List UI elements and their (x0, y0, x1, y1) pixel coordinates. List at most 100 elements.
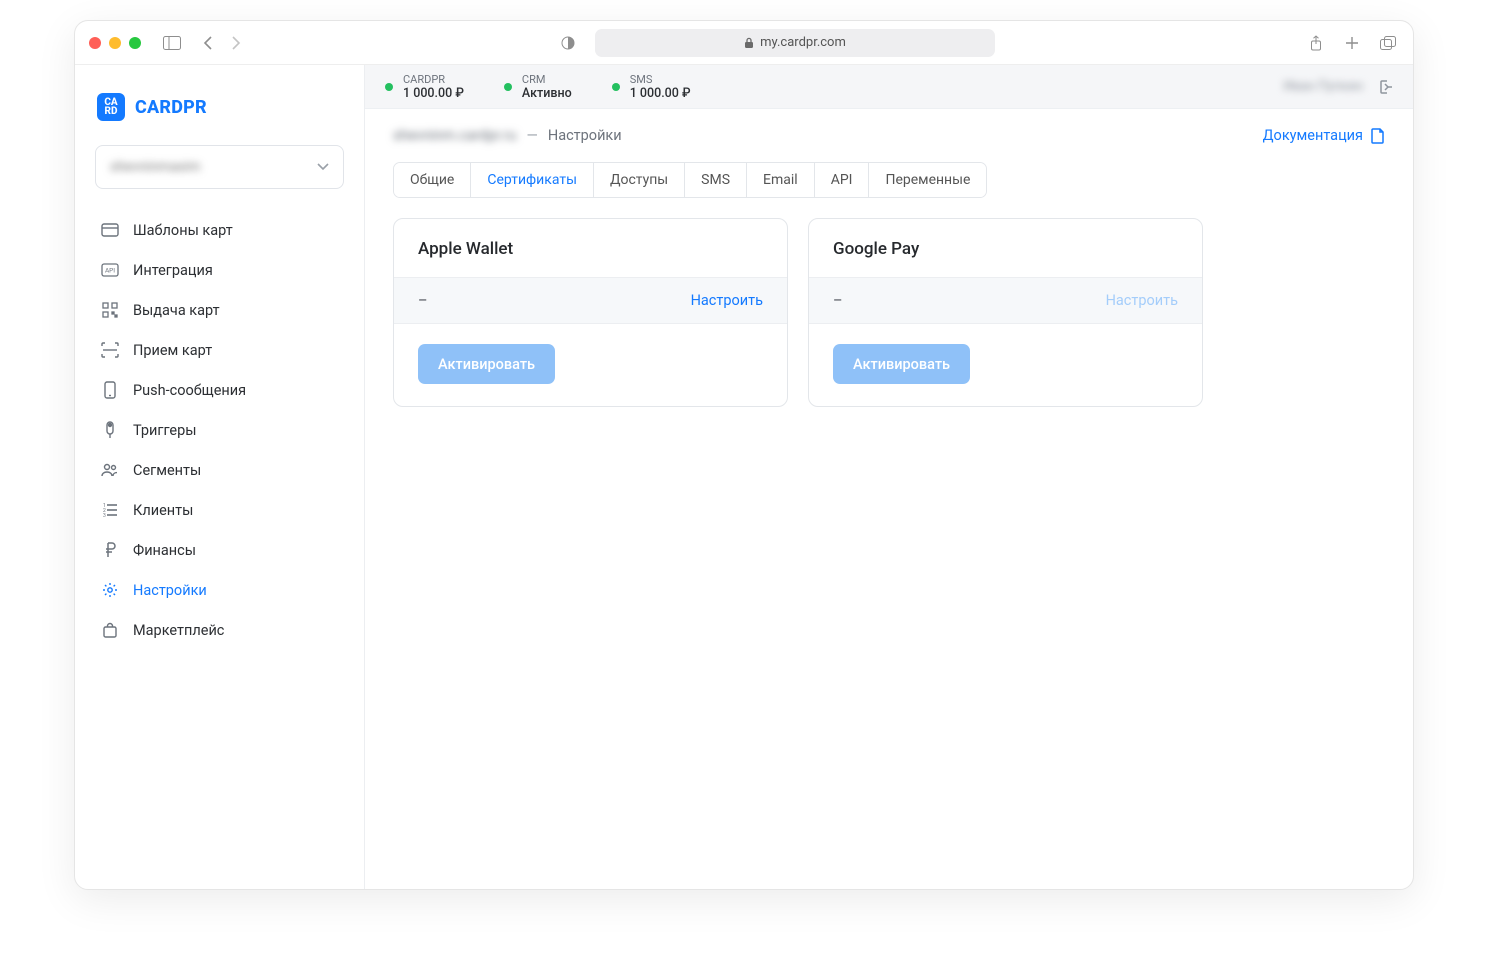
browser-toolbar: my.cardpr.com (75, 21, 1413, 65)
activate-button[interactable]: Активировать (418, 344, 555, 384)
sidebar-item-label: Шаблоны карт (133, 222, 233, 239)
minimize-window-icon[interactable] (109, 37, 121, 49)
sidebar: CARD CARDPR shevninmaxim Шаблоны карт AP… (75, 65, 365, 889)
shield-icon[interactable] (557, 32, 579, 54)
app-shell: CARD CARDPR shevninmaxim Шаблоны карт AP… (75, 65, 1413, 889)
gear-icon (101, 581, 119, 599)
api-icon: API (101, 261, 119, 279)
share-icon[interactable] (1305, 32, 1327, 54)
brand-name: CARDPR (135, 97, 207, 118)
settings-tabs: Общие Сертификаты Доступы SMS Email API … (393, 162, 987, 198)
close-window-icon[interactable] (89, 37, 101, 49)
scan-icon (101, 341, 119, 359)
status-value: 1 000.00 ₽ (630, 87, 691, 101)
configure-link[interactable]: Настроить (691, 292, 763, 309)
account-name: Иван Пупкин (1284, 79, 1363, 94)
back-icon[interactable] (197, 32, 219, 54)
status-label: CRM (522, 73, 572, 87)
status-label: SMS (630, 73, 691, 87)
sidebar-item-label: Push-сообщения (133, 382, 246, 399)
lock-icon (744, 37, 754, 49)
card-icon (101, 221, 119, 239)
tab-access[interactable]: Доступы (594, 163, 685, 197)
window-controls (89, 37, 141, 49)
tab-sms[interactable]: SMS (685, 163, 747, 197)
bag-icon (101, 621, 119, 639)
sidebar-item-scan[interactable]: Прием карт (91, 331, 348, 369)
sidebar-item-clients[interactable]: 123 Клиенты (91, 491, 348, 529)
content: CARDPR 1 000.00 ₽ CRM Активно SMS 1 00 (365, 65, 1413, 889)
workspace-selected: shevninmaxim (110, 159, 200, 175)
status-cardpr[interactable]: CARDPR 1 000.00 ₽ (385, 73, 464, 101)
sidebar-item-templates[interactable]: Шаблоны карт (91, 211, 348, 249)
tab-variables[interactable]: Переменные (869, 163, 986, 197)
url-bar[interactable]: my.cardpr.com (595, 29, 995, 57)
card-status-row: – Настроить (809, 277, 1202, 324)
ruble-icon (101, 541, 119, 559)
push-icon (101, 381, 119, 399)
status-dot-icon (612, 83, 620, 91)
tabs-icon[interactable] (1377, 32, 1399, 54)
breadcrumb-row: shevninm.cardpr.ru — Настройки Документа… (393, 127, 1385, 144)
breadcrumb: shevninm.cardpr.ru — Настройки (393, 127, 622, 144)
sidebar-item-settings[interactable]: Настройки (91, 571, 348, 609)
tab-email[interactable]: Email (747, 163, 815, 197)
activate-button[interactable]: Активировать (833, 344, 970, 384)
sidebar-item-marketplace[interactable]: Маркетплейс (91, 611, 348, 649)
logout-icon[interactable] (1377, 79, 1393, 95)
nav-arrows (197, 32, 247, 54)
brand[interactable]: CARD CARDPR (91, 87, 348, 139)
sidebar-item-push[interactable]: Push-сообщения (91, 371, 348, 409)
tab-api[interactable]: API (815, 163, 870, 197)
breadcrumb-site[interactable]: shevninm.cardpr.ru (393, 127, 517, 144)
chevron-down-icon (317, 163, 329, 171)
svg-text:API: API (105, 267, 115, 275)
list-icon: 123 (101, 501, 119, 519)
sidebar-item-integration[interactable]: API Интеграция (91, 251, 348, 289)
sidebar-item-label: Триггеры (133, 422, 197, 439)
workspace-select[interactable]: shevninmaxim (95, 145, 344, 189)
card-value: – (833, 292, 843, 309)
sidebar-item-label: Клиенты (133, 502, 193, 519)
maximize-window-icon[interactable] (129, 37, 141, 49)
sidebar-item-label: Прием карт (133, 342, 212, 359)
status-value: 1 000.00 ₽ (403, 87, 464, 101)
status-dot-icon (504, 83, 512, 91)
account-area: Иван Пупкин (1284, 79, 1393, 95)
tab-general[interactable]: Общие (394, 163, 471, 197)
sidebar-toggle-icon[interactable] (161, 32, 183, 54)
documentation-link[interactable]: Документация (1263, 127, 1385, 144)
status-dot-icon (385, 83, 393, 91)
sidebar-menu: Шаблоны карт API Интеграция Выдача карт … (91, 211, 348, 649)
sidebar-item-triggers[interactable]: Триггеры (91, 411, 348, 449)
card-title: Google Pay (809, 219, 1202, 277)
breadcrumb-current: Настройки (548, 127, 622, 144)
card-value: – (418, 292, 428, 309)
sidebar-item-label: Интеграция (133, 262, 213, 279)
sidebar-item-finance[interactable]: Финансы (91, 531, 348, 569)
sidebar-item-label: Выдача карт (133, 302, 220, 319)
browser-window: my.cardpr.com CARD CARDPR shevninmaxim (74, 20, 1414, 890)
tab-certificates[interactable]: Сертификаты (471, 163, 594, 197)
configure-link[interactable]: Настроить (1106, 292, 1178, 309)
new-tab-icon[interactable] (1341, 32, 1363, 54)
status-crm[interactable]: CRM Активно (504, 73, 572, 101)
url-host: my.cardpr.com (760, 35, 846, 50)
document-icon (1371, 128, 1385, 144)
sidebar-item-segments[interactable]: Сегменты (91, 451, 348, 489)
sidebar-item-label: Сегменты (133, 462, 201, 479)
sidebar-item-label: Финансы (133, 542, 196, 559)
certificate-cards: Apple Wallet – Настроить Активировать Go… (393, 218, 1385, 407)
status-bar: CARDPR 1 000.00 ₽ CRM Активно SMS 1 00 (365, 65, 1413, 109)
qr-icon (101, 301, 119, 319)
page: shevninm.cardpr.ru — Настройки Документа… (365, 109, 1413, 425)
documentation-label: Документация (1263, 127, 1363, 144)
forward-icon[interactable] (225, 32, 247, 54)
status-sms[interactable]: SMS 1 000.00 ₽ (612, 73, 691, 101)
sidebar-item-issue[interactable]: Выдача карт (91, 291, 348, 329)
status-value: Активно (522, 87, 572, 101)
sidebar-item-label: Настройки (133, 582, 207, 599)
sidebar-item-label: Маркетплейс (133, 622, 224, 639)
users-icon (101, 461, 119, 479)
card-status-row: – Настроить (394, 277, 787, 324)
